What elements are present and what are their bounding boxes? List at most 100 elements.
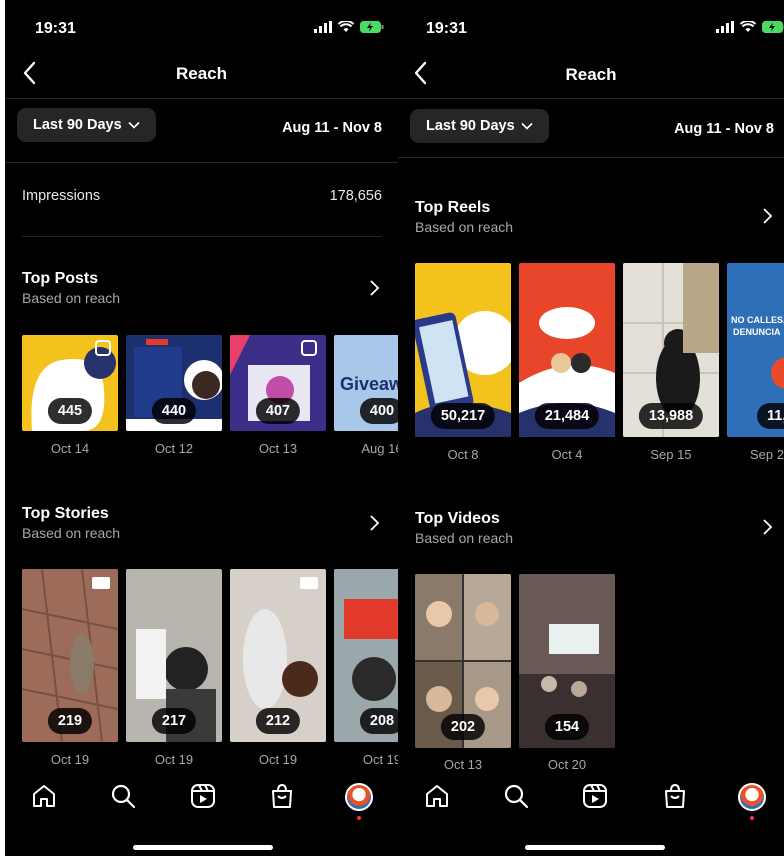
left-screen: 19:31 Reach Last 90 Days Aug 11 - Nov 8 … (5, 0, 398, 856)
notification-dot (750, 816, 754, 820)
chevron-right-icon[interactable] (367, 514, 381, 532)
reach-count: 400 (359, 398, 398, 424)
reel-date: Sep 15 (650, 447, 692, 462)
chevron-right-icon[interactable] (760, 518, 774, 536)
section-subtitle: Based on reach (22, 290, 121, 306)
reach-count: 50,217 (430, 403, 496, 429)
search-icon[interactable] (503, 783, 529, 809)
reel-date: Oct 8 (447, 447, 479, 462)
video-date: Oct 13 (443, 757, 483, 772)
section-subtitle: Based on reach (415, 530, 514, 546)
status-icons (716, 21, 784, 33)
chevron-right-icon[interactable] (760, 207, 774, 225)
svg-text:Giveaw: Giveaw (340, 374, 398, 394)
status-bar: 19:31 (398, 18, 784, 40)
reel-thumbnail[interactable]: 13,988 (623, 263, 719, 437)
story-thumbnail[interactable]: 212 (230, 569, 326, 742)
right-screen: 19:31 Reach Last 90 Days Aug 11 - Nov 8 … (398, 0, 784, 856)
reach-count: 202 (440, 714, 486, 740)
shop-icon[interactable] (662, 783, 688, 809)
reach-count: 219 (47, 708, 93, 734)
story-date: Oct 19 (258, 752, 298, 767)
post-date: Oct 12 (154, 441, 194, 456)
date-range-dropdown[interactable]: Last 90 Days (410, 109, 549, 143)
story-date: Oct 19 (50, 752, 90, 767)
profile-avatar[interactable] (738, 783, 766, 811)
story-date: Oct 19 (154, 752, 194, 767)
svg-text:NO CALLES,: NO CALLES, (731, 315, 784, 325)
reach-count: 21,484 (534, 403, 600, 429)
reel-thumbnail[interactable]: 50,217 (415, 263, 511, 437)
reels-icon[interactable] (582, 783, 608, 809)
reach-count: 13,988 (638, 403, 704, 429)
battery-icon (762, 21, 784, 33)
divider (398, 98, 784, 99)
shop-icon[interactable] (269, 783, 295, 809)
bottom-nav (398, 783, 784, 820)
story-thumbnail[interactable]: 219 (22, 569, 118, 742)
divider (22, 236, 382, 237)
signal-icon (314, 21, 332, 33)
home-icon[interactable] (31, 783, 57, 809)
section-title: Top Posts (22, 270, 99, 287)
date-range-text: Aug 11 - Nov 8 (282, 120, 382, 136)
status-bar: 19:31 (5, 18, 398, 40)
chevron-down-icon (128, 121, 140, 129)
post-date: Oct 13 (258, 441, 298, 456)
reach-count: 212 (255, 708, 301, 734)
post-date: Aug 16 (361, 441, 398, 456)
status-time: 19:31 (35, 20, 76, 37)
screen-header: Reach (398, 58, 784, 92)
chevron-right-icon[interactable] (367, 279, 381, 297)
reach-count: 208 (359, 708, 398, 734)
video-date: Oct 20 (547, 757, 587, 772)
chevron-down-icon (521, 122, 533, 130)
post-thumbnail[interactable]: Giveaw 400 (334, 335, 398, 431)
reel-date: Sep 2 (750, 447, 784, 462)
home-indicator (525, 845, 665, 850)
post-thumbnail[interactable]: 407 (230, 335, 326, 431)
video-thumbnail[interactable]: 154 (519, 574, 615, 748)
divider (5, 98, 398, 99)
home-icon[interactable] (424, 783, 450, 809)
section-title: Top Reels (415, 199, 491, 216)
search-icon[interactable] (110, 783, 136, 809)
post-date: Oct 14 (50, 441, 90, 456)
story-date: Oct 19 (362, 752, 398, 767)
video-thumbnail[interactable]: 202 (415, 574, 511, 748)
screen-header: Reach (5, 58, 398, 92)
svg-text:DENUNCIA: DENUNCIA (733, 327, 781, 337)
reel-date: Oct 4 (551, 447, 583, 462)
divider (5, 162, 398, 163)
post-thumbnail[interactable]: 445 (22, 335, 118, 431)
reach-count: 154 (544, 714, 590, 740)
date-range-dropdown[interactable]: Last 90 Days (17, 108, 156, 142)
reach-count: 217 (151, 708, 197, 734)
battery-icon (360, 21, 384, 33)
reel-thumbnail[interactable]: 21,484 (519, 263, 615, 437)
section-title: Top Videos (415, 510, 500, 527)
reach-count: 440 (151, 398, 197, 424)
page-title: Reach (565, 65, 617, 84)
story-thumbnail[interactable]: 208 (334, 569, 398, 742)
page-title: Reach (175, 64, 228, 83)
home-indicator (133, 845, 273, 850)
reel-thumbnail[interactable]: NO CALLES, DENUNCIA 11,51 (727, 263, 784, 437)
bottom-nav (5, 783, 398, 820)
profile-avatar[interactable] (345, 783, 373, 811)
reach-count: 11,51 (757, 403, 784, 429)
section-subtitle: Based on reach (22, 525, 121, 541)
wifi-icon (338, 21, 354, 32)
reels-icon[interactable] (190, 783, 216, 809)
post-thumbnail[interactable]: 440 (126, 335, 222, 431)
story-thumbnail[interactable]: 217 (126, 569, 222, 742)
date-range-label: Last 90 Days (33, 117, 122, 133)
section-subtitle: Based on reach (415, 219, 514, 235)
impressions-label: Impressions (22, 188, 101, 204)
impressions-value: 178,656 (329, 188, 382, 204)
status-icons (314, 21, 384, 33)
notification-dot (357, 816, 361, 820)
date-range-label: Last 90 Days (426, 118, 515, 134)
divider (398, 157, 784, 158)
signal-icon (716, 21, 734, 33)
